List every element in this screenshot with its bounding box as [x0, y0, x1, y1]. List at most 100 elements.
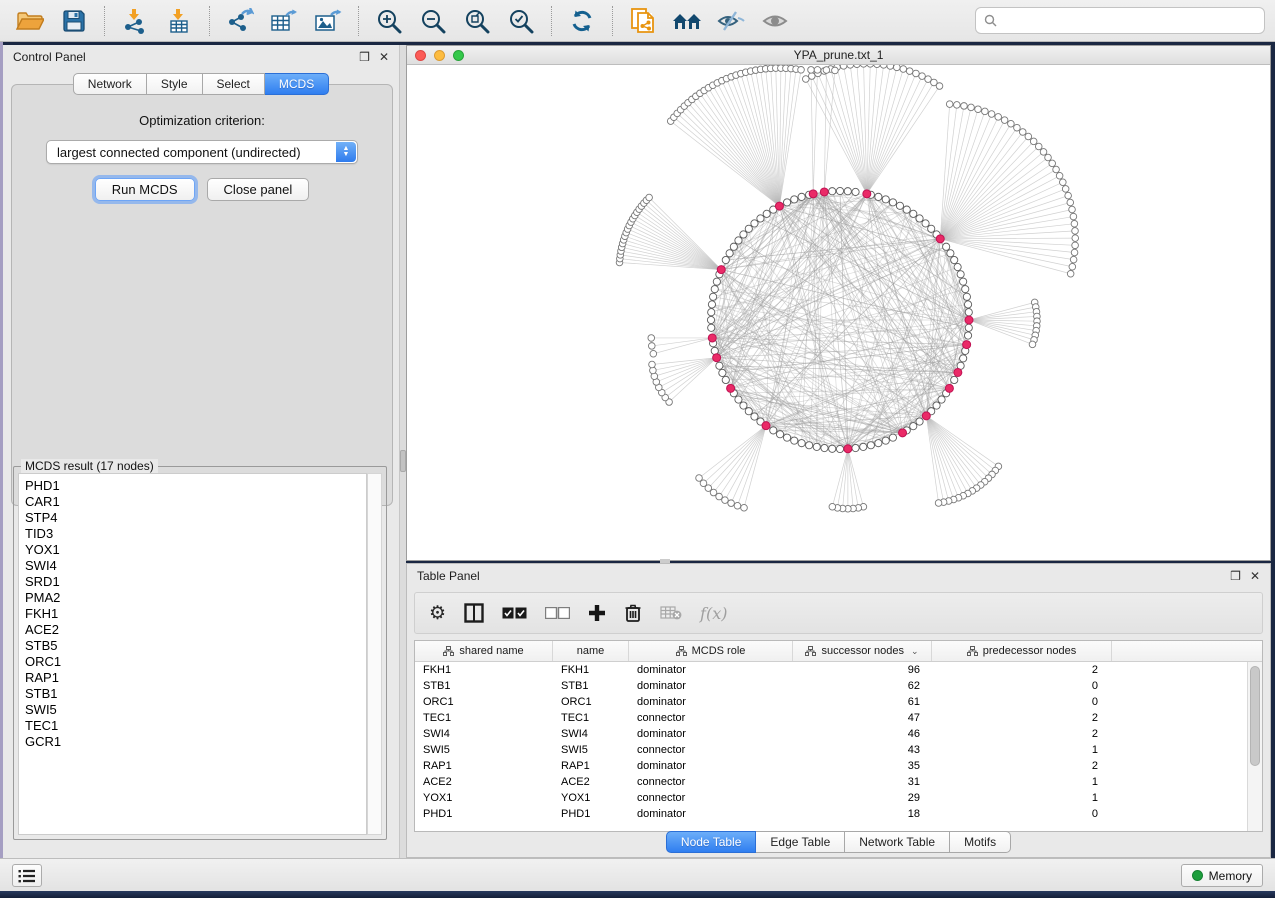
task-history-button[interactable] [12, 864, 42, 887]
tab-select[interactable]: Select [203, 73, 265, 95]
table-scrollbar-thumb[interactable] [1250, 666, 1260, 766]
mcds-result-item[interactable]: TID3 [25, 526, 366, 542]
mcds-result-item[interactable]: ORC1 [25, 654, 366, 670]
import-network-button[interactable] [115, 4, 155, 38]
column-header-successor-nodes[interactable]: successor nodes ⌄ [793, 641, 932, 661]
mcds-result-item[interactable]: RAP1 [25, 670, 366, 686]
control-panel-tabs: Network Style Select MCDS [3, 73, 399, 95]
zoom-fit-button[interactable] [457, 4, 497, 38]
show-all-networks-button[interactable] [667, 4, 707, 38]
tab-node-table[interactable]: Node Table [666, 831, 757, 853]
tab-motifs[interactable]: Motifs [950, 831, 1011, 853]
mcds-result-item[interactable]: SRD1 [25, 574, 366, 590]
delete-column-trash-icon[interactable] [624, 598, 642, 628]
mcds-result-item[interactable]: PMA2 [25, 590, 366, 606]
search-box[interactable] [975, 7, 1265, 34]
create-column-plus-icon[interactable] [588, 598, 606, 628]
search-area [975, 7, 1265, 34]
zoom-in-button[interactable] [369, 4, 409, 38]
tab-mcds[interactable]: MCDS [265, 73, 329, 95]
status-bar: Memory [0, 858, 1275, 891]
export-table-button[interactable] [264, 4, 304, 38]
zoom-out-button[interactable] [413, 4, 453, 38]
show-panel-button[interactable] [755, 4, 795, 38]
close-panel-button[interactable]: Close panel [207, 178, 310, 201]
table-row[interactable]: RAP1RAP1dominator352 [415, 758, 1262, 774]
close-panel-icon[interactable]: ✕ [379, 51, 389, 63]
export-image-icon [314, 8, 342, 34]
optimization-select[interactable]: largest connected component (undirected)… [46, 140, 358, 164]
table-panel: Table Panel ❒ ✕ ⚙ [406, 563, 1271, 858]
table-cell: TEC1 [415, 710, 553, 726]
mcds-result-item[interactable]: SWI4 [25, 558, 366, 574]
network-graph[interactable] [407, 65, 1270, 560]
float-panel-icon[interactable]: ❒ [1230, 570, 1241, 582]
table-row[interactable]: STB1STB1dominator620 [415, 678, 1262, 694]
tab-network-table[interactable]: Network Table [845, 831, 950, 853]
mcds-tab-content: Optimization criterion: largest connecte… [11, 84, 393, 506]
mcds-result-scrollbar[interactable] [367, 473, 382, 835]
table-row[interactable]: ORC1ORC1dominator610 [415, 694, 1262, 710]
column-header-name[interactable]: name [553, 641, 629, 661]
run-mcds-button[interactable]: Run MCDS [95, 178, 195, 201]
mcds-result-item[interactable]: PHD1 [25, 478, 366, 494]
network-canvas[interactable] [407, 65, 1270, 560]
table-cell: ACE2 [415, 774, 553, 790]
table-row[interactable]: YOX1YOX1connector291 [415, 790, 1262, 806]
column-header-predecessor-nodes[interactable]: predecessor nodes [932, 641, 1112, 661]
save-session-button[interactable] [54, 4, 94, 38]
memory-button[interactable]: Memory [1181, 864, 1263, 887]
refresh-button[interactable] [562, 4, 602, 38]
import-table-button[interactable] [159, 4, 199, 38]
close-panel-icon[interactable]: ✕ [1250, 570, 1260, 582]
mcds-result-item[interactable]: FKH1 [25, 606, 366, 622]
mcds-result-item[interactable]: GCR1 [25, 734, 366, 750]
table-row[interactable]: ACE2ACE2connector311 [415, 774, 1262, 790]
function-builder-icon-disabled: f(x) [700, 598, 727, 628]
zoom-selected-button[interactable] [501, 4, 541, 38]
table-cell: 0 [932, 806, 1112, 822]
mcds-result-item[interactable]: STB5 [25, 638, 366, 654]
table-cell: TEC1 [553, 710, 629, 726]
table-cell: 1 [932, 742, 1112, 758]
column-header-mcds-role[interactable]: MCDS role [629, 641, 793, 661]
table-scrollbar[interactable] [1247, 662, 1262, 831]
table-cell: 2 [932, 710, 1112, 726]
column-header-shared-name[interactable]: shared name [415, 641, 553, 661]
table-cell: connector [629, 742, 793, 758]
tab-network[interactable]: Network [73, 73, 147, 95]
duplicate-network-button[interactable] [623, 4, 663, 38]
mcds-result-item[interactable]: STP4 [25, 510, 366, 526]
deselect-all-columns-icon[interactable] [545, 598, 570, 628]
table-settings-gear-icon[interactable]: ⚙ [429, 598, 446, 628]
export-image-button[interactable] [308, 4, 348, 38]
search-icon [984, 14, 997, 27]
table-cell: SWI4 [415, 726, 553, 742]
export-network-button[interactable] [220, 4, 260, 38]
search-input[interactable] [1003, 14, 1256, 28]
hide-panel-button[interactable] [711, 4, 751, 38]
select-all-columns-icon[interactable] [502, 598, 527, 628]
table-cell: PHD1 [415, 806, 553, 822]
float-panel-icon[interactable]: ❒ [359, 51, 370, 63]
table-row[interactable]: TEC1TEC1connector472 [415, 710, 1262, 726]
mcds-result-item[interactable]: CAR1 [25, 494, 366, 510]
mcds-result-item[interactable]: ACE2 [25, 622, 366, 638]
table-row[interactable]: SWI5SWI5connector431 [415, 742, 1262, 758]
table-cell: 0 [932, 694, 1112, 710]
table-row[interactable]: SWI4SWI4dominator462 [415, 726, 1262, 742]
open-file-button[interactable] [10, 4, 50, 38]
desktop-edge-bottom [0, 891, 1275, 898]
main-toolbar [0, 0, 1275, 42]
mcds-result-item[interactable]: YOX1 [25, 542, 366, 558]
tab-edge-table[interactable]: Edge Table [756, 831, 845, 853]
mcds-result-list[interactable]: PHD1CAR1STP4TID3YOX1SWI4SRD1PMA2FKH1ACE2… [18, 473, 367, 835]
tab-style[interactable]: Style [147, 73, 203, 95]
table-row[interactable]: PHD1PHD1dominator180 [415, 806, 1262, 822]
mcds-result-item[interactable]: SWI5 [25, 702, 366, 718]
table-row[interactable]: FKH1FKH1dominator962 [415, 662, 1262, 678]
table-cell: SWI5 [553, 742, 629, 758]
mcds-result-item[interactable]: STB1 [25, 686, 366, 702]
mcds-result-item[interactable]: TEC1 [25, 718, 366, 734]
show-column-panel-icon[interactable] [464, 598, 484, 628]
